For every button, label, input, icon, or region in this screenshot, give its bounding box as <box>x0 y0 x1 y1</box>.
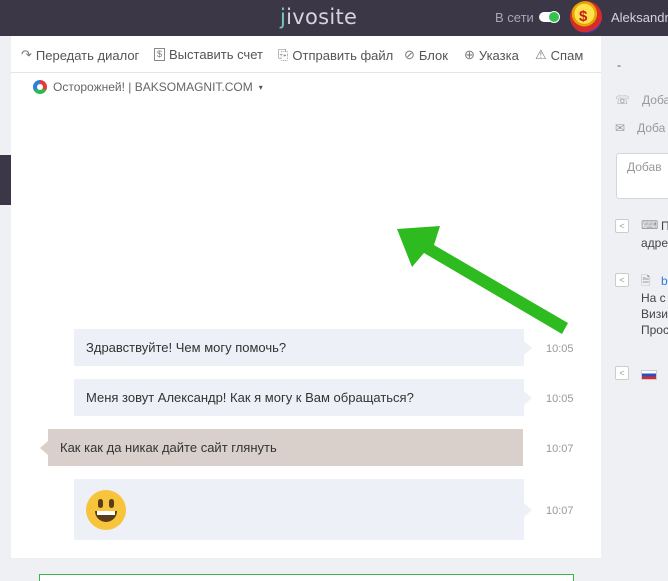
top-bar: jivosite В сети $ Aleksandr <box>0 0 668 36</box>
block-icon: ⊘ <box>404 47 415 62</box>
chat-toolbar: ↷ Передать диалог $ Выставить счет ⎘ Отправ… <box>11 36 601 73</box>
visitor-name[interactable]: - <box>617 58 621 72</box>
block-button[interactable]: ⊘ Блок <box>404 47 448 63</box>
document-icon: 🗎 <box>641 274 651 288</box>
invoice-button[interactable]: $ Выставить счет <box>154 47 263 62</box>
collapse-button[interactable]: < <box>615 366 629 380</box>
note-field[interactable]: Добав <box>616 153 668 199</box>
message-time: 10:07 <box>546 505 574 517</box>
left-sidebar-edge <box>0 155 11 205</box>
keyboard-icon: ⌨ <box>641 218 659 232</box>
pointer-button[interactable]: ⊕ Указка <box>464 47 519 63</box>
avatar[interactable]: $ <box>570 1 602 33</box>
collapse-button[interactable]: < <box>615 219 629 233</box>
message-agent: Здравствуйте! Чем могу помочь? <box>74 329 532 366</box>
message-agent <box>74 479 532 540</box>
status-label: В сети <box>495 10 534 25</box>
grinning-face-emoji-icon <box>86 489 126 530</box>
site-logo-icon <box>33 80 47 94</box>
send-file-button[interactable]: ⎘ Отправить файл <box>278 47 393 63</box>
message-time: 10:05 <box>546 343 574 355</box>
message-time: 10:07 <box>546 443 574 455</box>
phone-icon: ☏ <box>615 93 631 107</box>
jivosite-logo: jivosite <box>280 5 358 29</box>
chevron-down-icon: ▾ <box>258 82 263 92</box>
spam-button[interactable]: ⚠ Спам <box>535 47 583 63</box>
chat-panel: ↷ Передать диалог $ Выставить счет ⎘ Отправ… <box>11 36 601 558</box>
file-icon: ⎘ <box>278 47 289 62</box>
message-time: 10:05 <box>546 393 574 405</box>
online-toggle[interactable] <box>539 11 560 23</box>
username[interactable]: Aleksandr <box>611 10 668 25</box>
message-input[interactable] <box>39 574 574 581</box>
doc-line: На с <box>641 291 666 305</box>
message-agent: Меня зовут Александр! Как я могу к Вам о… <box>74 379 532 416</box>
dollar-icon: $ <box>579 8 588 25</box>
message-client: Как как да никак дайте сайт глянуть <box>40 429 523 466</box>
russia-flag-icon <box>641 370 657 380</box>
dollar-doc-icon: $ <box>154 48 166 61</box>
visitor-info-sidebar: - ☏ Доба ✉ Доба Добав < ⌨ П адре < 🗎 b На … <box>601 36 668 581</box>
transfer-dialog-button[interactable]: ↷ Передать диалог <box>21 47 139 63</box>
collapse-button[interactable]: < <box>615 273 629 287</box>
email-field[interactable]: ✉ Доба <box>615 121 665 135</box>
doc-line: Визи <box>641 307 668 321</box>
page-title-line: П <box>661 219 668 233</box>
toggle-knob <box>548 11 560 23</box>
transfer-icon: ↷ <box>21 47 32 62</box>
site-selector[interactable]: Осторожней! | BAKSOMAGNIT.COM ▾ <box>33 80 263 94</box>
warning-icon: ⚠ <box>535 47 547 62</box>
page-address-line: адре <box>641 236 668 250</box>
email-icon: ✉ <box>615 121 626 135</box>
crosshair-icon: ⊕ <box>464 47 475 62</box>
doc-link[interactable]: b <box>661 273 668 289</box>
doc-line: Прос <box>641 323 668 337</box>
phone-field[interactable]: ☏ Доба <box>615 93 668 107</box>
